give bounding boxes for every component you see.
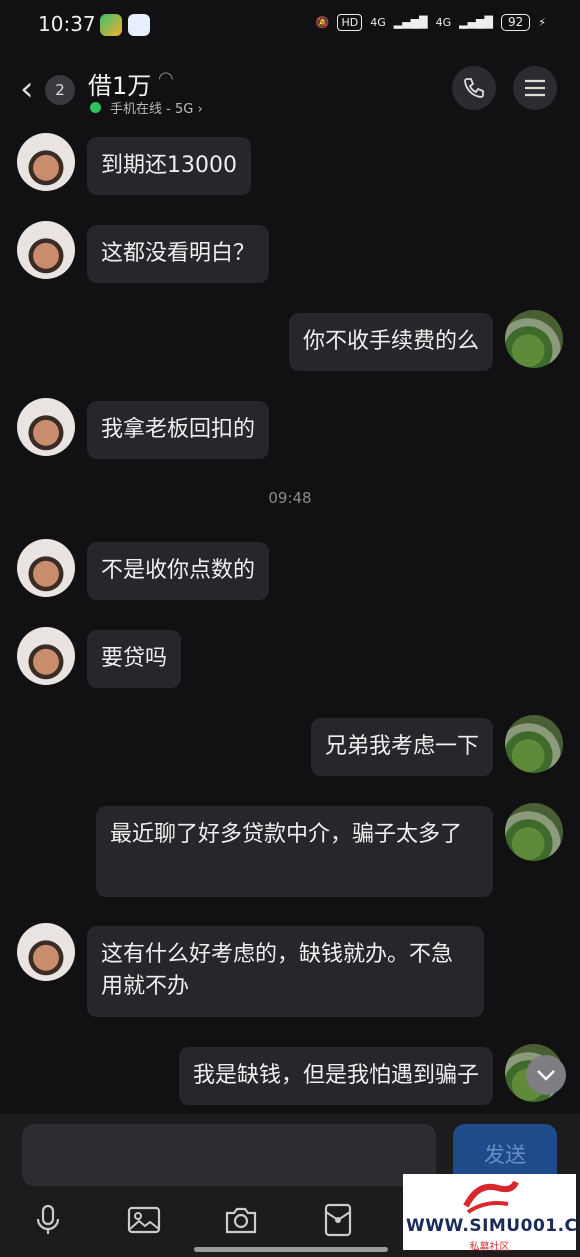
red-packet-icon[interactable] [320, 1202, 356, 1238]
my-avatar[interactable] [505, 310, 563, 368]
message-bubble[interactable]: 不是收你点数的 [87, 542, 270, 600]
call-button[interactable] [452, 66, 496, 110]
contact-avatar[interactable] [17, 923, 75, 981]
contact-avatar[interactable] [17, 398, 75, 456]
chat-title[interactable]: 借1万 [88, 66, 151, 101]
signal-4g-icon: 4G [435, 16, 452, 29]
message-bubble[interactable]: 这有什么好考虑的，缺钱就办。不急用就不办 [87, 926, 484, 1017]
camera-icon[interactable] [223, 1202, 259, 1238]
microphone-icon[interactable] [30, 1202, 66, 1238]
hd-badge: HD [337, 14, 363, 31]
message-bubble[interactable]: 你不收手续费的么 [288, 313, 493, 371]
message-bubble[interactable]: 我是缺钱，但是我怕遇到骗子 [178, 1047, 493, 1105]
image-icon[interactable] [126, 1202, 162, 1238]
mute-icon: 🔕 [315, 16, 330, 29]
unread-count-badge[interactable]: 2 [45, 75, 75, 105]
message-bubble[interactable]: 最近聊了好多贷款中介，骗子太多了 [96, 806, 493, 897]
scroll-down-button[interactable] [526, 1055, 566, 1095]
status-bar: 10:37 🔕 HD 4G ▂▄▆█ 4G ▂▄▆█ 92 ⚡ [0, 0, 580, 52]
ear-icon: ◠ [158, 68, 174, 89]
contact-avatar[interactable] [17, 627, 75, 685]
chevron-down-icon [537, 1070, 555, 1081]
message-timestamp: 09:48 [268, 489, 312, 507]
menu-icon [525, 79, 545, 97]
message-bubble[interactable]: 兄弟我考虑一下 [310, 718, 493, 776]
message-bubble[interactable]: 到期还13000 [87, 137, 251, 195]
app-notification-icon [128, 14, 150, 36]
contact-avatar[interactable] [17, 221, 75, 279]
watermark-logo-icon [463, 1180, 519, 1214]
watermark-logo: WWW.SIMU001.CN 私募社区 [403, 1174, 580, 1253]
back-icon[interactable]: ‹ [20, 72, 34, 106]
battery-icon: 92 [500, 14, 531, 31]
message-bubble[interactable]: 我拿老板回扣的 [87, 401, 270, 459]
online-status-dot [90, 102, 101, 113]
status-time: 10:37 [38, 12, 96, 36]
home-indicator[interactable] [194, 1247, 388, 1252]
watermark-text: WWW.SIMU001.CN [406, 1216, 580, 1236]
message-bubble[interactable]: 这都没看明白？ [87, 225, 270, 283]
phone-icon [464, 78, 484, 98]
chat-header: ‹ 2 借1万 ◠ 手机在线 - 5G › [0, 52, 580, 126]
online-status[interactable]: 手机在线 - 5G › [110, 98, 203, 117]
signal-bars-icon: ▂▄▆█ [459, 16, 493, 29]
contact-avatar[interactable] [17, 539, 75, 597]
app-notification-icon [100, 14, 122, 36]
my-avatar[interactable] [505, 715, 563, 773]
watermark-subtext: 私募社区 [469, 1242, 510, 1253]
signal-4g-icon: 4G [370, 16, 386, 29]
status-icons: 🔕 HD 4G ▂▄▆█ 4G ▂▄▆█ 92 ⚡ [316, 14, 546, 31]
charging-icon: ⚡ [538, 16, 546, 29]
contact-avatar[interactable] [17, 133, 75, 191]
signal-bars-icon: ▂▄▆█ [393, 16, 428, 29]
message-bubble[interactable]: 要贷吗 [87, 630, 182, 688]
message-input[interactable] [22, 1124, 436, 1186]
menu-button[interactable] [513, 66, 557, 110]
my-avatar[interactable] [505, 803, 563, 861]
